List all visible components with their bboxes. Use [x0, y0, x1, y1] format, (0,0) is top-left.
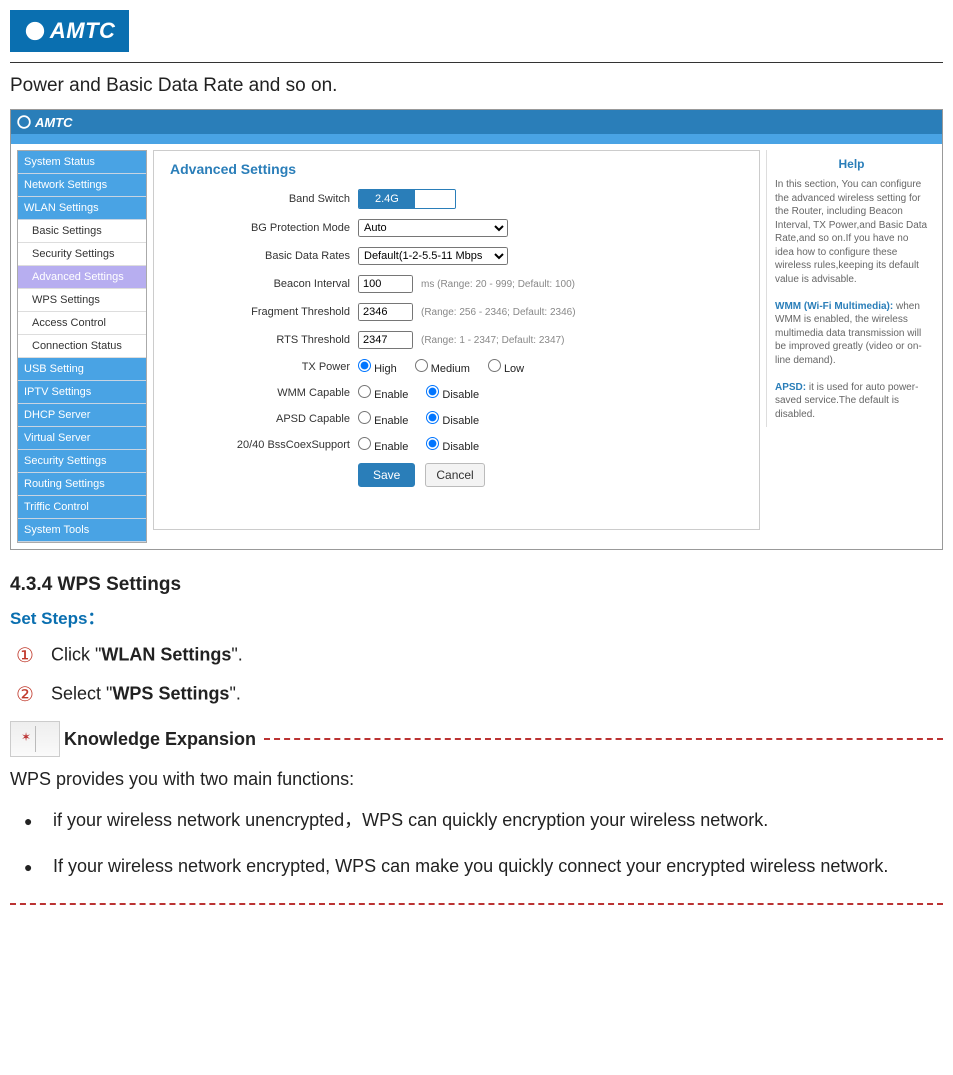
sidebar-item-access-control[interactable]: Access Control: [18, 312, 146, 335]
ke-bullet-1: ● if your wireless network unencrypted，W…: [24, 804, 943, 836]
apsd-enable[interactable]: Enable: [358, 411, 408, 427]
band-switch-toggle[interactable]: 2.4G: [358, 189, 456, 209]
step-1: ① Click "WLAN Settings".: [10, 643, 943, 668]
apsd-disable[interactable]: Disable: [426, 411, 479, 427]
section-heading: 4.3.4 WPS Settings: [10, 574, 943, 596]
sidebar-item-security-settings[interactable]: Security Settings: [18, 243, 146, 266]
beacon-hint: ms (Range: 20 - 999; Default: 100): [421, 279, 575, 290]
rts-label: RTS Threshold: [170, 334, 350, 346]
frag-hint: (Range: 256 - 2346; Default: 2346): [421, 307, 576, 318]
sidebar-item-routing-settings[interactable]: Routing Settings: [18, 473, 146, 496]
sidebar-item-basic-settings[interactable]: Basic Settings: [18, 220, 146, 243]
dashed-line: [264, 738, 943, 740]
band-switch-inactive[interactable]: [415, 190, 455, 208]
apsd-label: APSD Capable: [170, 413, 350, 425]
sidebar: System Status Network Settings WLAN Sett…: [17, 150, 147, 543]
lead-text: Power and Basic Data Rate and so on.: [10, 75, 943, 97]
save-button[interactable]: Save: [358, 463, 415, 487]
sidebar-item-system-status[interactable]: System Status: [18, 151, 146, 174]
help-title: Help: [775, 156, 928, 172]
wmm-disable[interactable]: Disable: [426, 385, 479, 401]
coex-enable[interactable]: Enable: [358, 437, 408, 453]
sidebar-item-virtual-server[interactable]: Virtual Server: [18, 427, 146, 450]
recycle-icon: [17, 115, 31, 129]
coex-label: 20/40 BssCoexSupport: [170, 439, 350, 451]
book-icon: [10, 721, 60, 757]
sidebar-item-system-tools[interactable]: System Tools: [18, 519, 146, 542]
sidebar-item-security-settings-2[interactable]: Security Settings: [18, 450, 146, 473]
wmm-enable[interactable]: Enable: [358, 385, 408, 401]
sidebar-item-wlan-settings[interactable]: WLAN Settings: [18, 197, 146, 220]
tx-high[interactable]: High: [358, 359, 397, 375]
coex-disable[interactable]: Disable: [426, 437, 479, 453]
knowledge-expansion-label: Knowledge Expansion: [64, 729, 256, 750]
sidebar-item-connection-status[interactable]: Connection Status: [18, 335, 146, 358]
rts-input[interactable]: [358, 331, 413, 349]
help-paragraph-1: In this section, You can configure the a…: [775, 178, 928, 286]
tx-label: TX Power: [170, 361, 350, 373]
beacon-input[interactable]: [358, 275, 413, 293]
step-1-circle: ①: [16, 643, 46, 668]
data-rates-label: Basic Data Rates: [170, 250, 350, 262]
recycle-icon: [24, 20, 46, 42]
panel-title: Advanced Settings: [170, 161, 743, 177]
frag-label: Fragment Threshold: [170, 306, 350, 318]
sidebar-item-advanced-settings[interactable]: Advanced Settings: [18, 266, 146, 289]
shot-header: AMTC: [11, 110, 942, 134]
help-paragraph-2: WMM (Wi-Fi Multimedia): when WMM is enab…: [775, 300, 928, 368]
sidebar-item-wps-settings[interactable]: WPS Settings: [18, 289, 146, 312]
step-2: ② Select "WPS Settings".: [10, 682, 943, 707]
ke-bullet-2: ● If your wireless network encrypted, WP…: [24, 850, 943, 882]
tx-low[interactable]: Low: [488, 359, 524, 375]
wmm-label: WMM Capable: [170, 387, 350, 399]
brand-logo: AMTC: [10, 10, 129, 52]
bullet-icon: ●: [24, 855, 48, 880]
shot-logo-text: AMTC: [35, 115, 73, 130]
frag-input[interactable]: [358, 303, 413, 321]
band-switch-label: Band Switch: [170, 193, 350, 205]
dashed-line-bottom: [10, 903, 943, 905]
help-paragraph-3: APSD: it is used for auto power-saved se…: [775, 381, 928, 422]
set-steps-label: Set Steps：: [10, 604, 943, 629]
bg-mode-label: BG Protection Mode: [170, 222, 350, 234]
sidebar-item-dhcp-server[interactable]: DHCP Server: [18, 404, 146, 427]
sidebar-item-iptv-settings[interactable]: IPTV Settings: [18, 381, 146, 404]
screenshot: AMTC System Status Network Settings WLAN…: [10, 109, 943, 550]
beacon-label: Beacon Interval: [170, 278, 350, 290]
bg-mode-select[interactable]: Auto: [358, 219, 508, 237]
data-rates-select[interactable]: Default(1-2-5.5-11 Mbps: [358, 247, 508, 265]
sidebar-item-usb-setting[interactable]: USB Setting: [18, 358, 146, 381]
band-switch-active[interactable]: 2.4G: [359, 190, 415, 208]
tx-medium[interactable]: Medium: [415, 359, 470, 375]
shot-tab-bar: [11, 134, 942, 144]
settings-panel: Advanced Settings Band Switch 2.4G BG Pr…: [153, 150, 760, 530]
divider: [10, 62, 943, 63]
step-2-circle: ②: [16, 682, 46, 707]
ke-intro: WPS provides you with two main functions…: [10, 769, 943, 790]
bullet-icon: ●: [24, 809, 48, 834]
rts-hint: (Range: 1 - 2347; Default: 2347): [421, 335, 564, 346]
help-panel: Help In this section, You can configure …: [766, 150, 936, 427]
sidebar-item-traffic-control[interactable]: Triffic Control: [18, 496, 146, 519]
cancel-button[interactable]: Cancel: [425, 463, 484, 487]
brand-text: AMTC: [50, 18, 116, 43]
knowledge-expansion-header: Knowledge Expansion: [10, 721, 943, 757]
sidebar-item-network-settings[interactable]: Network Settings: [18, 174, 146, 197]
